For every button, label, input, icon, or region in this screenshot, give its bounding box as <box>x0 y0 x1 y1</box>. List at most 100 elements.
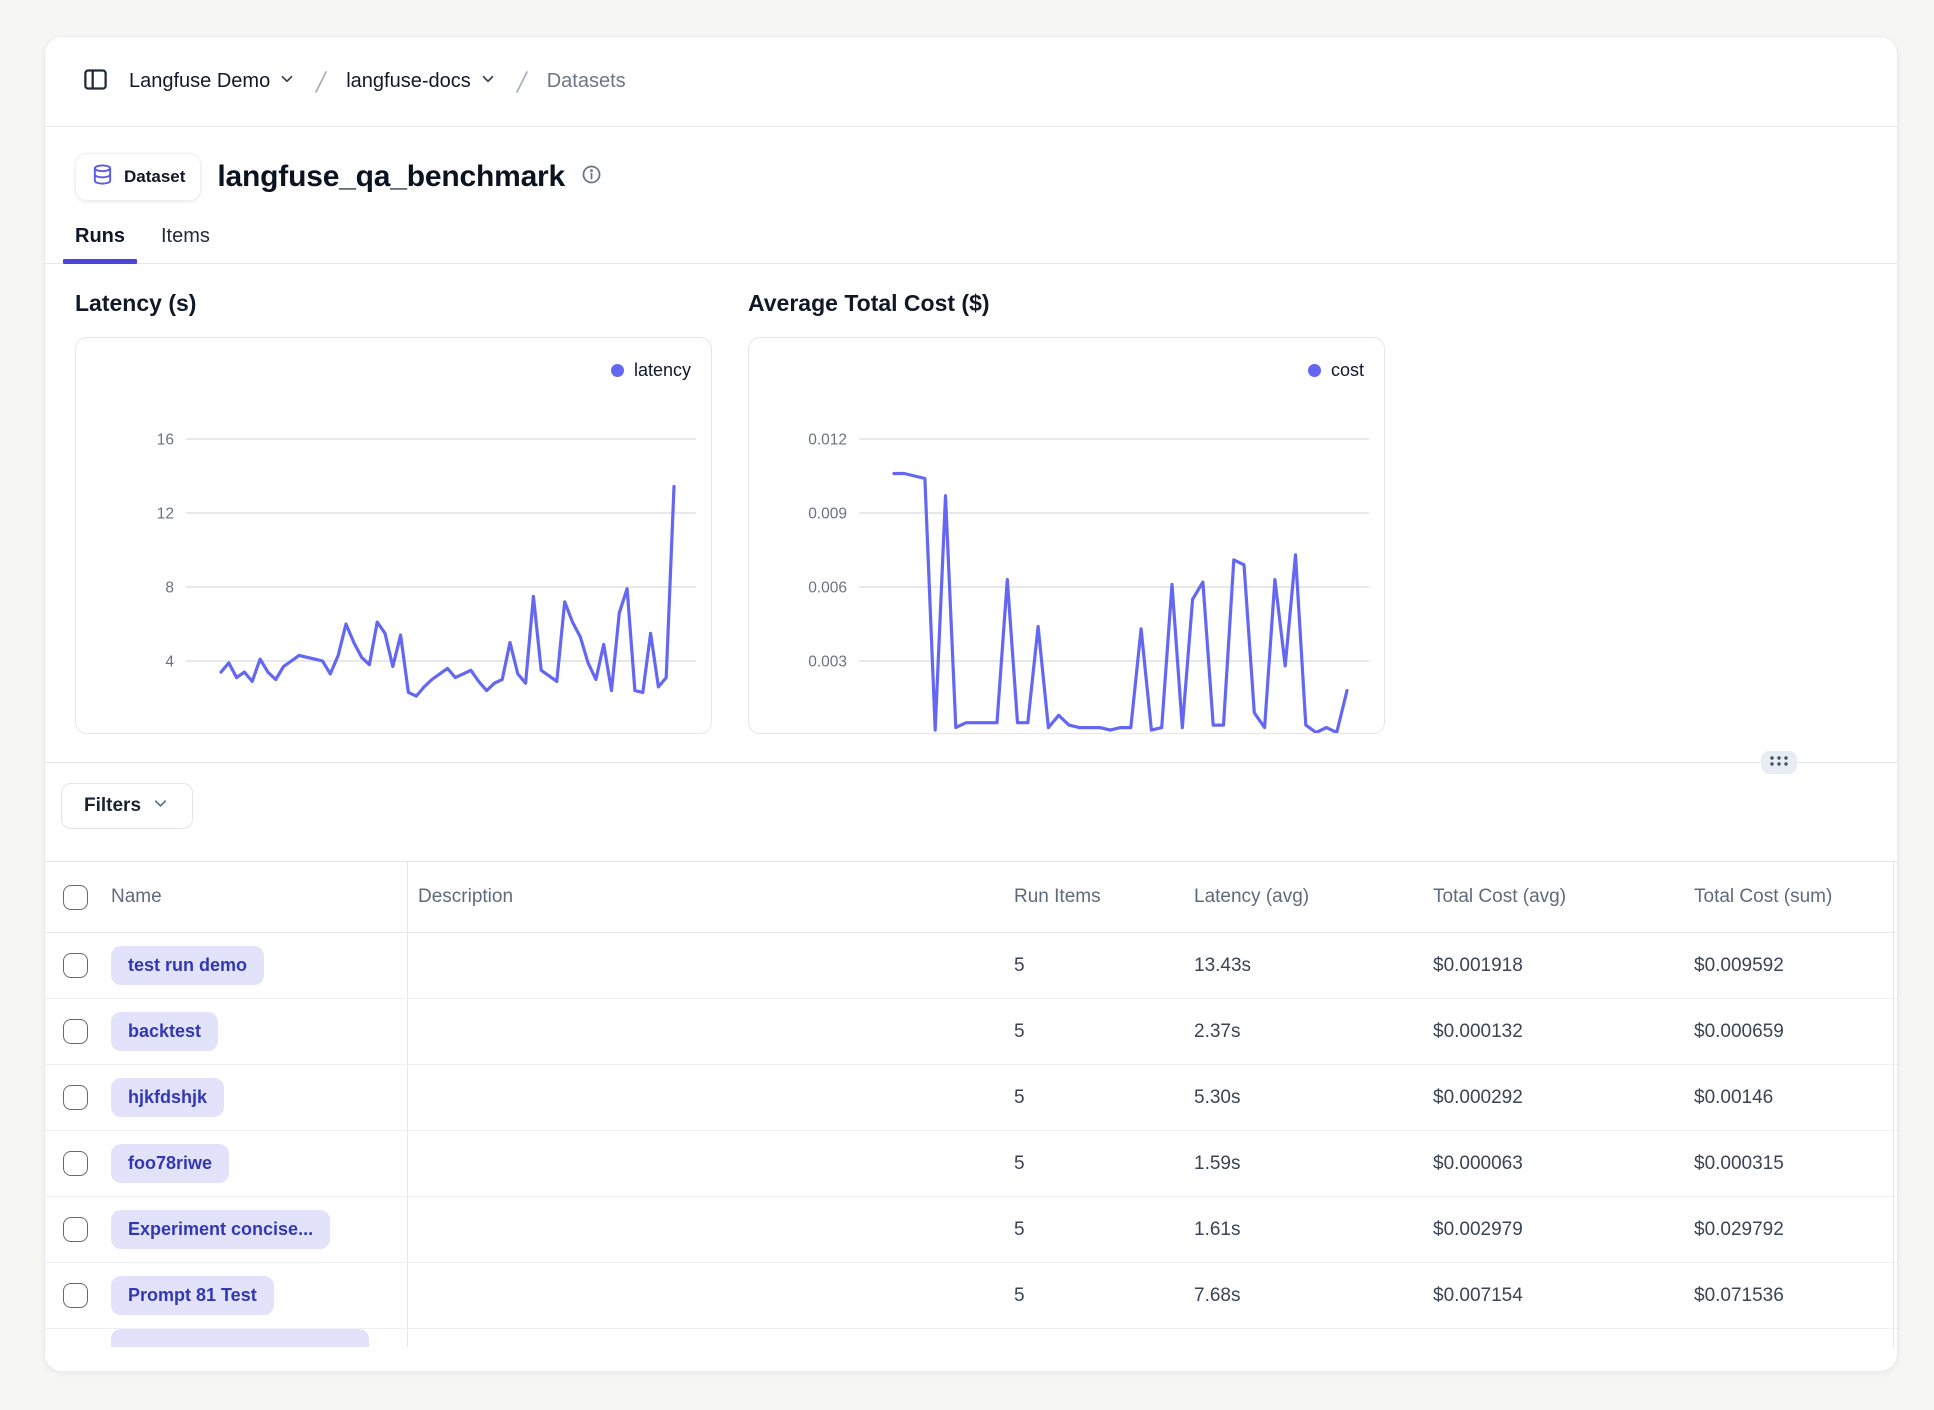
run-name-cell: Experiment concise... <box>111 1197 407 1262</box>
legend-dot-icon <box>611 364 624 377</box>
row-checkbox-cell <box>63 1197 111 1262</box>
run-description-cell <box>407 1131 1014 1196</box>
latency-avg-cell: 13.43s <box>1194 933 1433 998</box>
table-row[interactable]: Experiment concise...51.61s$0.002979$0.0… <box>45 1197 1897 1263</box>
breadcrumb-page[interactable]: Datasets <box>547 70 626 93</box>
chevron-down-icon <box>278 70 296 94</box>
svg-text:4: 4 <box>165 654 174 671</box>
run-name-cell: Prompt 81 Test <box>111 1263 407 1328</box>
row-checkbox-cell <box>63 933 111 998</box>
breadcrumb-separator <box>511 68 533 96</box>
svg-text:12: 12 <box>157 506 174 523</box>
total-cost-avg-cell <box>1433 1329 1694 1347</box>
table-row[interactable]: backtest52.37s$0.000132$0.000659 <box>45 999 1897 1065</box>
column-header-description: Description <box>407 862 1014 932</box>
column-header-latency-avg: Latency (avg) <box>1194 862 1433 932</box>
resize-grip-handle[interactable] <box>1761 751 1797 774</box>
chevron-down-icon <box>479 70 497 94</box>
run-items-cell <box>1014 1329 1194 1347</box>
row-checkbox[interactable] <box>63 1019 88 1044</box>
total-cost-avg-cell: $0.000063 <box>1433 1131 1694 1196</box>
select-all-checkbox[interactable] <box>63 885 88 910</box>
run-name-badge[interactable]: Experiment concise... <box>111 1210 330 1249</box>
table-row[interactable]: hjkfdshjk55.30s$0.000292$0.00146 <box>45 1065 1897 1131</box>
row-checkbox[interactable] <box>63 1217 88 1242</box>
latency-legend[interactable]: latency <box>611 360 691 381</box>
row-checkbox[interactable] <box>63 953 88 978</box>
run-name-badge[interactable]: test run demo <box>111 946 264 985</box>
run-name-badge[interactable]: Prompt 81 Test <box>111 1276 274 1315</box>
row-checkbox[interactable] <box>63 1283 88 1308</box>
run-description-cell <box>407 1329 1014 1347</box>
svg-text:0.012: 0.012 <box>808 432 847 449</box>
run-description-cell <box>407 1263 1014 1328</box>
dataset-badge-label: Dataset <box>124 167 185 187</box>
table-row-partial[interactable] <box>45 1329 1897 1347</box>
run-items-cell: 5 <box>1014 999 1194 1064</box>
run-name-badge[interactable] <box>111 1329 369 1347</box>
latency-avg-cell: 1.59s <box>1194 1131 1433 1196</box>
chevron-down-icon <box>151 794 170 819</box>
svg-text:0.003: 0.003 <box>808 654 847 671</box>
grip-dots-icon <box>1768 754 1790 772</box>
cost-chart-block: Average Total Cost ($) 0.0030.0060.0090.… <box>748 290 1385 734</box>
tab-runs[interactable]: Runs <box>63 225 137 263</box>
latency-chart-block: Latency (s) 481216 latency <box>75 290 712 734</box>
breadcrumb-separator <box>310 68 332 96</box>
latency-chart-title: Latency (s) <box>75 290 712 317</box>
tab-items[interactable]: Items <box>149 225 222 263</box>
table-row[interactable]: Prompt 81 Test57.68s$0.007154$0.071536 <box>45 1263 1897 1329</box>
latency-chart: 481216 latency <box>75 337 712 734</box>
latency-avg-cell: 1.61s <box>1194 1197 1433 1262</box>
latency-avg-cell <box>1194 1329 1433 1347</box>
run-name-badge[interactable]: hjkfdshjk <box>111 1078 224 1117</box>
latency-avg-cell: 7.68s <box>1194 1263 1433 1328</box>
total-cost-avg-cell: $0.002979 <box>1433 1197 1694 1262</box>
cost-chart-title: Average Total Cost ($) <box>748 290 1385 317</box>
run-name-cell: backtest <box>111 999 407 1064</box>
run-items-cell: 5 <box>1014 1065 1194 1130</box>
table-row[interactable]: foo78riwe51.59s$0.000063$0.000315 <box>45 1131 1897 1197</box>
run-name-cell: test run demo <box>111 933 407 998</box>
charts-section: Latency (s) 481216 latency Average Total… <box>45 264 1897 762</box>
run-items-cell: 5 <box>1014 1263 1194 1328</box>
column-header-total-cost-sum: Total Cost (sum) <box>1694 862 1894 932</box>
tab-bar: Runs Items <box>45 225 1897 264</box>
run-items-cell: 5 <box>1014 933 1194 998</box>
latency-avg-cell: 5.30s <box>1194 1065 1433 1130</box>
info-icon[interactable] <box>581 164 602 190</box>
svg-text:8: 8 <box>165 580 174 597</box>
cost-legend[interactable]: cost <box>1308 360 1364 381</box>
cost-chart: 0.0030.0060.0090.012 cost <box>748 337 1385 734</box>
row-checkbox-cell <box>63 999 111 1064</box>
run-description-cell <box>407 933 1014 998</box>
dataset-header: Dataset langfuse_qa_benchmark <box>45 127 1897 201</box>
total-cost-sum-cell: $0.00146 <box>1694 1065 1894 1130</box>
table-body: test run demo513.43s$0.001918$0.009592ba… <box>45 933 1897 1347</box>
filters-button[interactable]: Filters <box>61 783 193 829</box>
total-cost-sum-cell <box>1694 1329 1894 1347</box>
total-cost-avg-cell: $0.007154 <box>1433 1263 1694 1328</box>
table-header-row: Name Description Run Items Latency (avg)… <box>45 862 1897 933</box>
section-divider <box>45 762 1897 763</box>
row-checkbox-cell <box>63 1131 111 1196</box>
run-items-cell: 5 <box>1014 1197 1194 1262</box>
column-header-name: Name <box>111 862 407 932</box>
row-checkbox-cell <box>63 1065 111 1130</box>
breadcrumb-org-selector[interactable]: Langfuse Demo <box>129 70 296 94</box>
total-cost-avg-cell: $0.001918 <box>1433 933 1694 998</box>
legend-label: cost <box>1331 360 1364 381</box>
breadcrumb-project-selector[interactable]: langfuse-docs <box>346 70 497 94</box>
run-description-cell <box>407 999 1014 1064</box>
run-name-cell <box>111 1329 407 1347</box>
table-row[interactable]: test run demo 513.43s$0.001918$0.009592 <box>45 933 1897 999</box>
run-description-cell <box>407 1065 1014 1130</box>
run-name-badge[interactable]: foo78riwe <box>111 1144 229 1183</box>
sidebar-toggle-button[interactable] <box>75 62 115 102</box>
run-name-badge[interactable]: backtest <box>111 1012 218 1051</box>
row-checkbox[interactable] <box>63 1151 88 1176</box>
runs-table: Name Description Run Items Latency (avg)… <box>45 861 1897 1347</box>
run-items-cell: 5 <box>1014 1131 1194 1196</box>
total-cost-sum-cell: $0.009592 <box>1694 933 1894 998</box>
row-checkbox[interactable] <box>63 1085 88 1110</box>
